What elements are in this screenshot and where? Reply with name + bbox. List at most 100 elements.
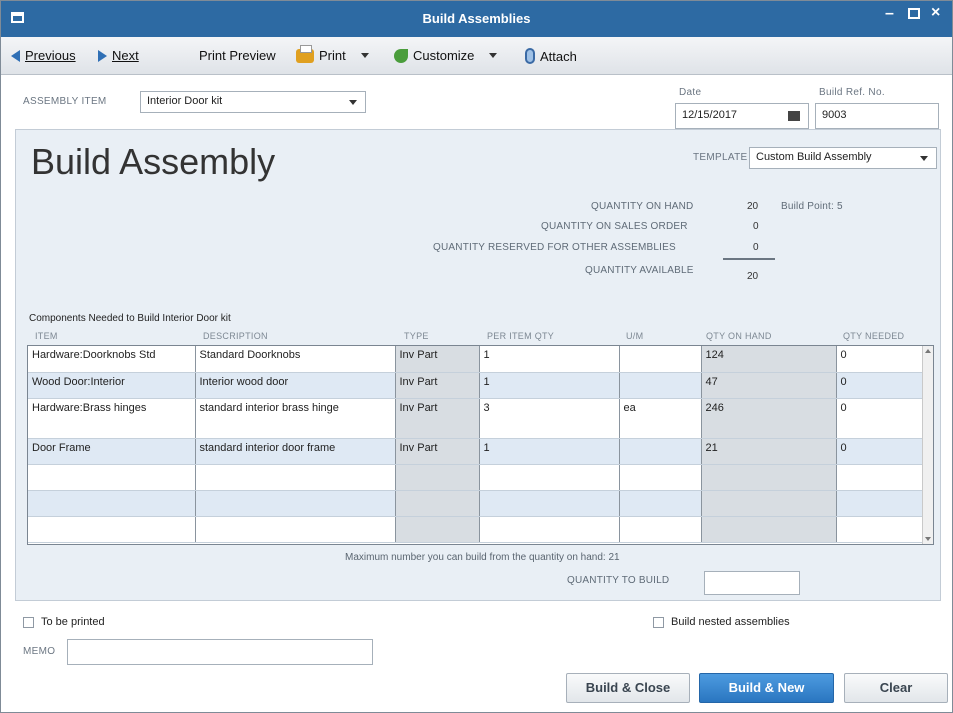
cell-item[interactable]: Wood Door:Interior: [28, 372, 196, 399]
table-row[interactable]: Door Frame standard interior door frame …: [28, 438, 923, 465]
previous-button[interactable]: Previous: [11, 48, 76, 63]
cell-qty-on-hand: 246: [701, 398, 837, 439]
attach-label: Attach: [540, 48, 577, 64]
template-value: Custom Build Assembly: [756, 151, 872, 163]
cell-qty-needed: [836, 464, 923, 491]
cell-item[interactable]: Hardware:Doorknobs Std: [28, 346, 196, 373]
cell-item[interactable]: [28, 516, 196, 543]
cell-qty-needed: 0: [836, 372, 923, 399]
col-header-qty-on-hand: QTY ON HAND: [706, 331, 772, 341]
table-row[interactable]: [28, 490, 923, 517]
maximize-icon[interactable]: [908, 8, 920, 19]
build-nested-label: Build nested assemblies: [671, 616, 790, 628]
cell-type: [395, 490, 480, 517]
cell-qty-needed: 0: [836, 438, 923, 465]
customize-dropdown-icon[interactable]: [489, 53, 498, 58]
cell-qty-on-hand: [701, 464, 837, 491]
table-scrollbar[interactable]: [922, 346, 933, 544]
col-header-qty-needed: QTY NEEDED: [843, 331, 905, 341]
cell-per-item-qty[interactable]: 1: [479, 438, 620, 465]
qty-available-value: 20: [747, 271, 759, 282]
close-icon[interactable]: ×: [931, 4, 940, 22]
table-row[interactable]: [28, 516, 923, 543]
date-label: Date: [679, 87, 702, 98]
print-preview-label: Print Preview: [199, 48, 276, 63]
attach-button[interactable]: Attach: [525, 48, 577, 64]
cell-type: Inv Part: [395, 372, 480, 399]
cell-qty-needed: 0: [836, 398, 923, 439]
cell-item[interactable]: [28, 490, 196, 517]
memo-input[interactable]: [67, 639, 373, 665]
col-header-per-item-qty: PER ITEM QTY: [487, 331, 555, 341]
date-field[interactable]: 12/15/2017: [675, 103, 809, 129]
cell-type: Inv Part: [395, 438, 480, 465]
cell-um[interactable]: [619, 438, 702, 465]
cell-per-item-qty[interactable]: 1: [479, 372, 620, 399]
cell-um[interactable]: [619, 516, 702, 543]
build-nested-checkbox[interactable]: [653, 617, 664, 628]
cell-um[interactable]: [619, 490, 702, 517]
cell-per-item-qty[interactable]: 1: [479, 346, 620, 373]
cell-per-item-qty[interactable]: 3: [479, 398, 620, 439]
title-bar: Build Assemblies – ×: [1, 1, 952, 37]
minimize-icon[interactable]: –: [885, 5, 894, 23]
cell-um[interactable]: [619, 464, 702, 491]
cell-qty-needed: 0: [836, 346, 923, 373]
cell-description[interactable]: [195, 464, 396, 491]
print-dropdown-icon[interactable]: [360, 53, 369, 58]
qty-on-hand-label: QUANTITY ON HAND: [591, 201, 694, 212]
print-preview-button[interactable]: Print Preview: [199, 48, 276, 63]
table-row[interactable]: [28, 464, 923, 491]
template-select[interactable]: Custom Build Assembly: [749, 147, 937, 169]
scroll-up-icon[interactable]: [925, 349, 931, 353]
cell-per-item-qty[interactable]: [479, 516, 620, 543]
print-button[interactable]: Print: [296, 44, 369, 63]
cell-item[interactable]: Hardware:Brass hinges: [28, 398, 196, 439]
table-row[interactable]: Wood Door:Interior Interior wood door In…: [28, 372, 923, 399]
table-row[interactable]: Hardware:Brass hinges standard interior …: [28, 398, 923, 439]
cell-description[interactable]: standard interior brass hinge: [195, 398, 396, 439]
printer-icon: [296, 44, 314, 63]
memo-label: MEMO: [23, 646, 56, 657]
cell-item[interactable]: [28, 464, 196, 491]
cell-description[interactable]: [195, 516, 396, 543]
chevron-down-icon: [920, 156, 928, 161]
print-label: Print: [319, 48, 346, 63]
cell-item[interactable]: Door Frame: [28, 438, 196, 465]
assembly-item-select[interactable]: Interior Door kit: [140, 91, 366, 113]
customize-button[interactable]: Customize: [394, 48, 498, 63]
components-table: Hardware:Doorknobs Std Standard Doorknob…: [27, 345, 934, 545]
qty-to-build-input[interactable]: [704, 571, 800, 595]
assembly-item-label: ASSEMBLY ITEM: [23, 96, 107, 107]
cell-type: Inv Part: [395, 346, 480, 373]
next-button[interactable]: Next: [98, 48, 139, 63]
qty-reserved-value: 0: [753, 242, 759, 253]
col-header-type: TYPE: [404, 331, 429, 341]
to-be-printed-checkbox[interactable]: [23, 617, 34, 628]
table-row[interactable]: Hardware:Doorknobs Std Standard Doorknob…: [28, 346, 923, 373]
cell-description[interactable]: standard interior door frame: [195, 438, 396, 465]
build-ref-field[interactable]: 9003: [815, 103, 939, 129]
build-close-button[interactable]: Build & Close: [566, 673, 690, 703]
scroll-down-icon[interactable]: [925, 537, 931, 541]
build-point-text: Build Point: 5: [781, 201, 843, 212]
qty-on-sales-order-value: 0: [753, 221, 759, 232]
clear-button[interactable]: Clear: [844, 673, 948, 703]
cell-description[interactable]: Standard Doorknobs: [195, 346, 396, 373]
cell-per-item-qty[interactable]: [479, 490, 620, 517]
to-be-printed-label: To be printed: [41, 616, 105, 628]
cell-um[interactable]: ea: [619, 398, 702, 439]
cell-um[interactable]: [619, 346, 702, 373]
customize-icon: [394, 48, 408, 63]
col-header-um: U/M: [626, 331, 644, 341]
calendar-icon[interactable]: [788, 111, 800, 121]
cell-um[interactable]: [619, 372, 702, 399]
build-new-button[interactable]: Build & New: [699, 673, 834, 703]
cell-description[interactable]: Interior wood door: [195, 372, 396, 399]
date-value: 12/15/2017: [682, 109, 738, 121]
qty-to-build-label: QUANTITY TO BUILD: [567, 575, 670, 586]
cell-description[interactable]: [195, 490, 396, 517]
next-label: Next: [112, 48, 139, 63]
col-header-description: DESCRIPTION: [203, 331, 268, 341]
cell-per-item-qty[interactable]: [479, 464, 620, 491]
